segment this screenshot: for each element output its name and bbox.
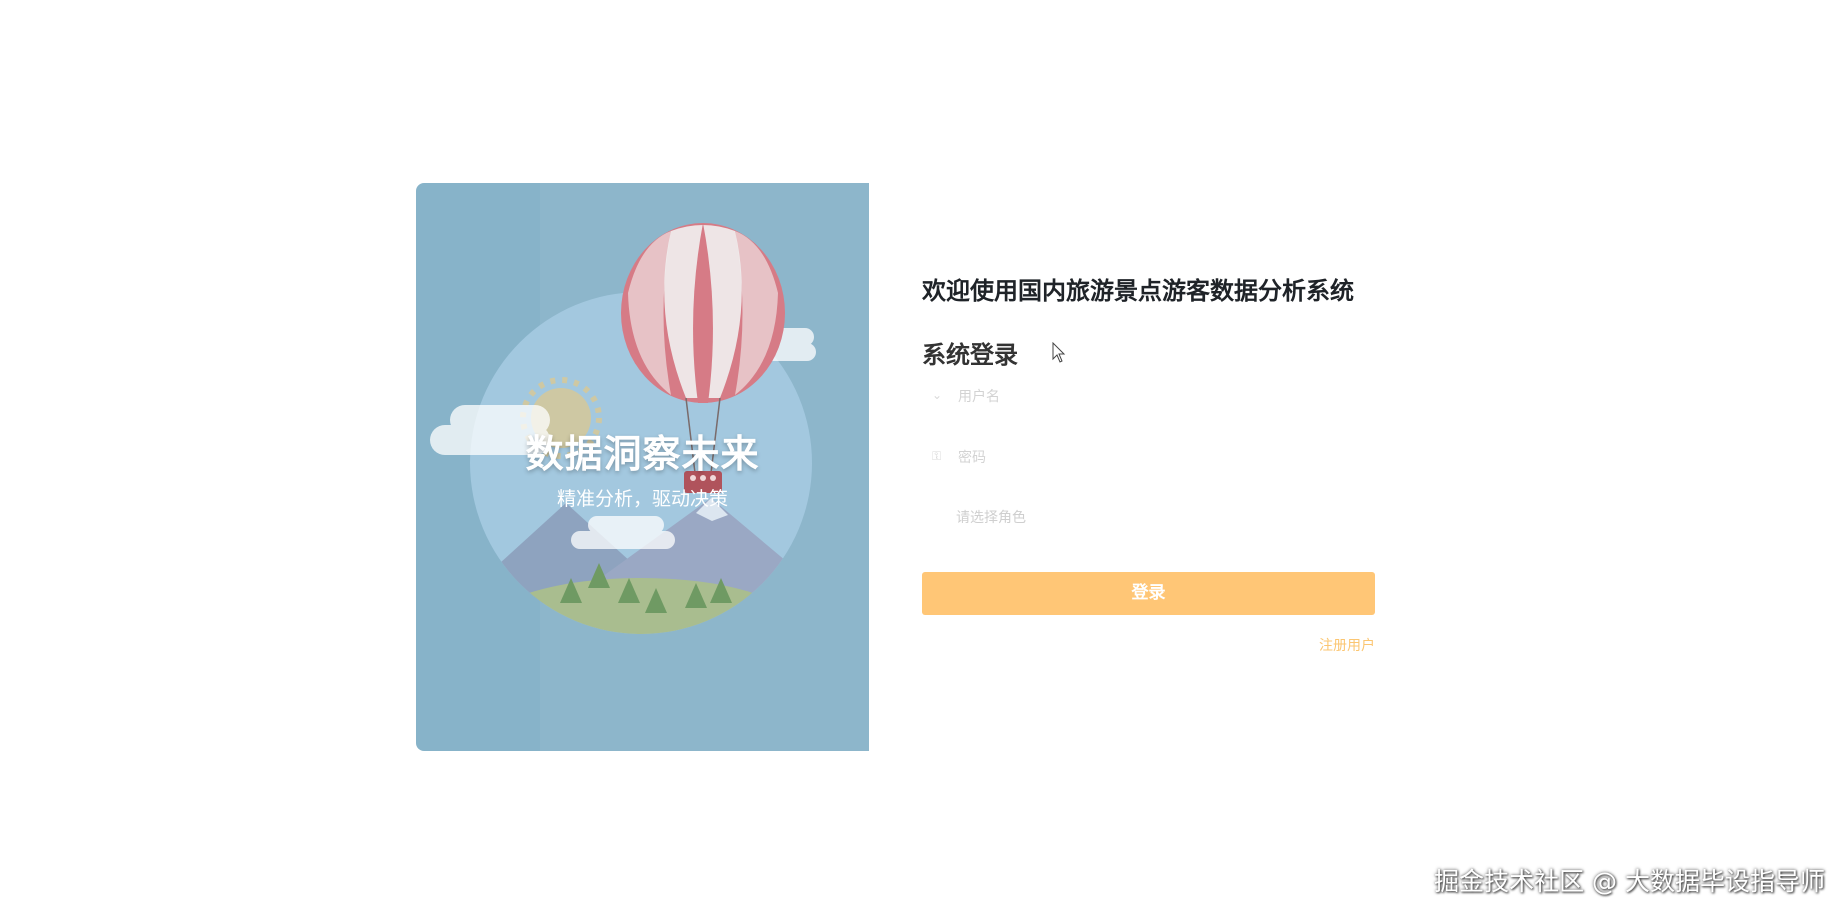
hero-subtitle: 精准分析，驱动决策	[556, 488, 728, 510]
role-select[interactable]: 请选择角色	[922, 501, 1375, 535]
lock-icon: ⚿	[932, 449, 942, 463]
hero-panel: 数据洞察未来 精准分析，驱动决策	[416, 183, 869, 751]
register-link[interactable]: 注册用户	[1319, 635, 1375, 655]
password-field[interactable]: ⚿	[922, 440, 1375, 474]
username-field[interactable]: ⌄	[922, 379, 1375, 413]
welcome-title: 欢迎使用国内旅游景点游客数据分析系统	[922, 277, 1354, 305]
login-panel: 欢迎使用国内旅游景点游客数据分析系统 系统登录 ⌄ ⚿ 请选择角色 登录 注册用…	[869, 183, 1376, 751]
watermark: 掘金技术社区 @ 大数据毕设指导师	[1434, 867, 1825, 896]
password-input[interactable]	[956, 444, 1360, 472]
login-card: 数据洞察未来 精准分析，驱动决策 欢迎使用国内旅游景点游客数据分析系统 系统登录…	[416, 183, 1376, 751]
login-button[interactable]: 登录	[922, 572, 1375, 615]
user-icon: ⌄	[932, 388, 943, 402]
role-select-placeholder: 请选择角色	[956, 510, 1026, 526]
hero-title: 数据洞察未来	[525, 432, 760, 476]
login-heading: 系统登录	[922, 341, 1018, 369]
username-input[interactable]	[956, 383, 1360, 411]
cursor-icon	[1052, 342, 1066, 363]
